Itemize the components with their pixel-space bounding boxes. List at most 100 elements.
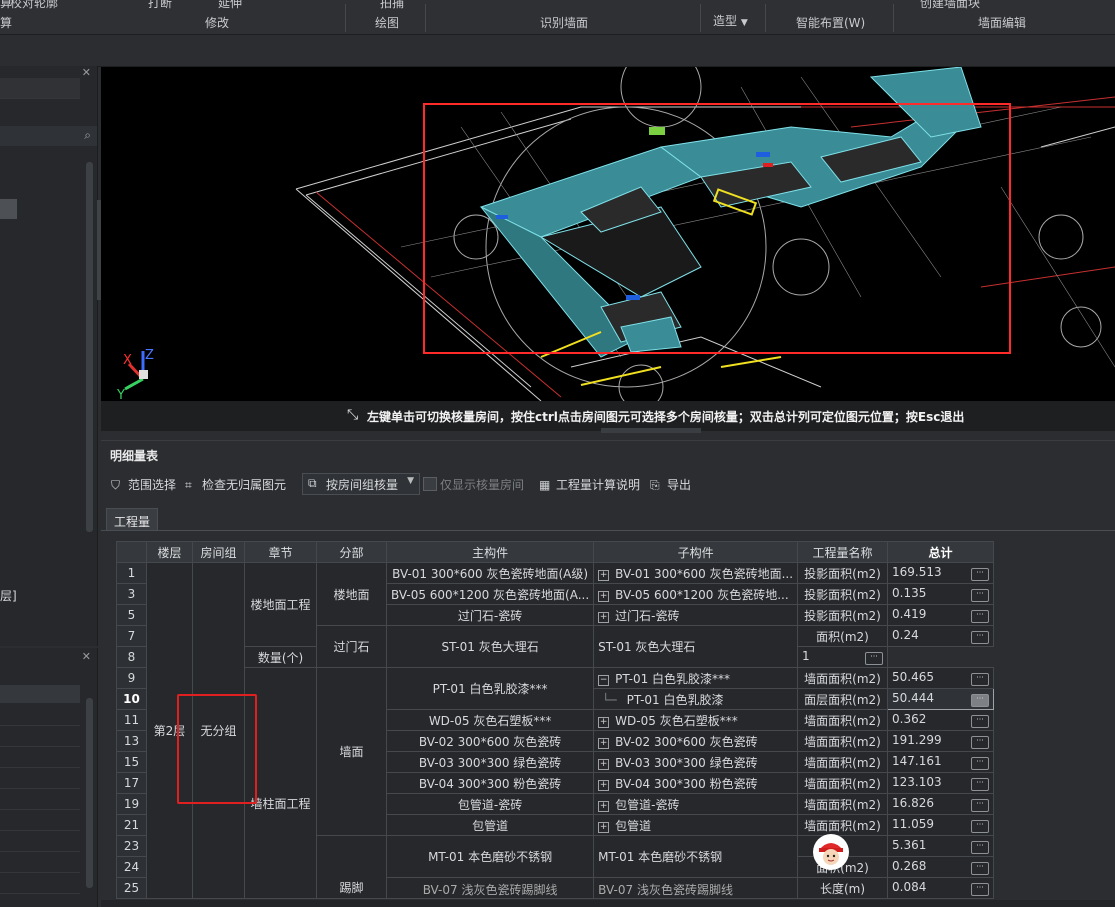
more-icon[interactable]: ··· bbox=[971, 631, 990, 644]
expand-icon[interactable]: + bbox=[598, 737, 610, 749]
expand-icon[interactable]: + bbox=[598, 590, 610, 602]
list-item-selected[interactable] bbox=[0, 199, 17, 219]
more-icon[interactable]: ··· bbox=[971, 841, 990, 854]
collapse-icon[interactable]: − bbox=[598, 674, 610, 686]
search-bar[interactable]: ⌕ bbox=[0, 126, 97, 146]
expand-icon[interactable]: + bbox=[598, 779, 610, 791]
tab-quantities[interactable]: 工程量 bbox=[106, 508, 158, 531]
sub-component-cell[interactable]: + BV-01 300*600 灰色瓷砖地面... bbox=[593, 562, 799, 584]
list-item[interactable] bbox=[0, 873, 80, 894]
more-icon[interactable]: ··· bbox=[865, 652, 884, 665]
col-header-main-component[interactable]: 主构件 bbox=[385, 541, 595, 563]
sub-component-cell[interactable]: + BV-04 300*300 粉色瓷砖 bbox=[593, 772, 799, 794]
sub-component-cell[interactable]: + 包管道 bbox=[593, 814, 799, 836]
export-button[interactable]: ⎘ 导出 bbox=[650, 476, 691, 493]
list-item[interactable] bbox=[0, 768, 80, 789]
more-icon[interactable]: ··· bbox=[971, 736, 990, 749]
table-row[interactable]: 9 墙柱面工程 墙面 PT-01 白色乳胶漆*** − PT-01 白色乳胶漆**… bbox=[116, 667, 995, 899]
ribbon-item-snap[interactable]: 拍捕 bbox=[380, 0, 404, 11]
total-cell[interactable]: 0.24 ··· bbox=[887, 625, 995, 647]
col-header-sub-component[interactable]: 子构件 bbox=[593, 541, 799, 563]
col-header-division[interactable]: 分部 bbox=[316, 541, 387, 563]
list-item[interactable] bbox=[0, 726, 80, 747]
only-show-checkbox[interactable] bbox=[423, 477, 437, 491]
expand-icon[interactable]: + bbox=[598, 716, 610, 728]
total-cell[interactable]: 5.361 ··· bbox=[887, 835, 995, 857]
more-icon[interactable]: ··· bbox=[971, 589, 990, 602]
search-icon[interactable]: ⌕ bbox=[84, 128, 91, 143]
more-icon[interactable]: ··· bbox=[971, 610, 990, 623]
more-icon[interactable]: ··· bbox=[971, 715, 990, 728]
more-icon[interactable]: ··· bbox=[971, 862, 990, 875]
expand-icon[interactable]: + bbox=[598, 611, 610, 623]
col-header-room-group[interactable]: 房间组 bbox=[192, 541, 245, 563]
sub-component-cell[interactable]: + WD-05 灰色石塑板*** bbox=[593, 709, 799, 731]
total-cell[interactable]: 0.084 ··· bbox=[887, 877, 995, 899]
total-cell[interactable]: 0.268 ··· bbox=[887, 856, 995, 878]
col-header-chapter[interactable]: 章节 bbox=[244, 541, 317, 563]
more-icon[interactable]: ··· bbox=[971, 820, 990, 833]
expand-icon[interactable]: + bbox=[598, 758, 610, 770]
total-cell[interactable]: 50.465 ··· bbox=[887, 667, 995, 689]
col-header-qty-name[interactable]: 工程量名称 bbox=[797, 541, 889, 563]
total-cell[interactable]: 123.103 ··· bbox=[887, 772, 995, 794]
ribbon-item-calibrate[interactable]: 校对轮廓 bbox=[10, 0, 58, 11]
sub-component-cell[interactable]: + 包管道-瓷砖 bbox=[593, 793, 799, 815]
total-cell[interactable]: 11.059 ··· bbox=[887, 814, 995, 836]
scrollbar[interactable] bbox=[86, 698, 93, 888]
more-icon[interactable]: ··· bbox=[971, 757, 990, 770]
list-item[interactable] bbox=[0, 789, 80, 810]
range-select-button[interactable]: ⛉ 范围选择 bbox=[111, 476, 176, 493]
sub-component-cell[interactable]: BV-07 浅灰色瓷砖踢脚线 bbox=[593, 877, 799, 899]
expand-icon[interactable]: + bbox=[598, 800, 610, 812]
list-item[interactable] bbox=[0, 705, 80, 726]
col-header-total[interactable]: 总计 bbox=[887, 541, 995, 563]
total-cell[interactable]: 0.362 ··· bbox=[887, 709, 995, 731]
expand-icon[interactable]: + bbox=[598, 569, 610, 581]
horizontal-scrollbar[interactable] bbox=[101, 900, 1115, 907]
more-icon[interactable]: ··· bbox=[971, 673, 990, 686]
list-item[interactable] bbox=[0, 810, 80, 831]
total-cell[interactable]: 169.513 ··· bbox=[887, 562, 995, 584]
total-cell[interactable]: 0.419 ··· bbox=[887, 604, 995, 626]
sub-component-cell[interactable]: + BV-03 300*300 绿色瓷砖 bbox=[593, 751, 799, 773]
list-item[interactable] bbox=[0, 831, 80, 852]
group-by-dropdown[interactable]: ⧉ 按房间组核量 ▼ bbox=[302, 473, 420, 495]
more-icon[interactable]: ··· bbox=[971, 694, 990, 707]
list-item[interactable] bbox=[0, 852, 80, 873]
more-icon[interactable]: ··· bbox=[971, 568, 990, 581]
3d-viewport[interactable]: X Z Y bbox=[101, 67, 1115, 401]
sub-component-cell[interactable]: + BV-05 600*1200 灰色瓷砖地... bbox=[593, 583, 799, 605]
check-orphan-button[interactable]: ⌗ 检查无归属图元 bbox=[185, 476, 286, 493]
ribbon-dropdown-shape[interactable]: 造型 ▼ bbox=[713, 12, 748, 29]
total-cell[interactable]: 0.135 ··· bbox=[887, 583, 995, 605]
sub-component-cell[interactable]: └─ PT-01 白色乳胶漆 bbox=[593, 688, 799, 710]
panel-resize-handle[interactable] bbox=[601, 428, 701, 433]
ribbon-item-break[interactable]: 打断 bbox=[148, 0, 172, 11]
total-cell[interactable]: 147.161 ··· bbox=[887, 751, 995, 773]
scrollbar[interactable] bbox=[86, 162, 93, 532]
more-icon[interactable]: ··· bbox=[971, 883, 990, 896]
assistant-avatar-icon[interactable] bbox=[813, 834, 849, 870]
more-icon[interactable]: ··· bbox=[971, 778, 990, 791]
sub-component-cell[interactable]: MT-01 本色磨砂不锈钢 bbox=[593, 835, 799, 878]
col-header-floor[interactable]: 楼层 bbox=[146, 541, 193, 563]
calc-description-button[interactable]: ▦ 工程量计算说明 bbox=[539, 476, 640, 493]
sub-component-cell[interactable]: − PT-01 白色乳胶漆*** bbox=[593, 667, 799, 689]
cad-model-drawing[interactable]: X Z Y bbox=[101, 67, 1115, 401]
sub-component-cell[interactable]: + 过门石-瓷砖 bbox=[593, 604, 799, 626]
more-icon[interactable]: ··· bbox=[971, 799, 990, 812]
close-icon[interactable]: ✕ bbox=[82, 650, 91, 663]
close-icon[interactable]: ✕ bbox=[82, 66, 91, 79]
total-cell[interactable]: 191.299 ··· bbox=[887, 730, 995, 752]
total-cell[interactable]: 50.444 ··· bbox=[887, 688, 995, 710]
list-item[interactable] bbox=[0, 78, 80, 99]
sub-component-cell[interactable]: + BV-02 300*600 灰色瓷砖 bbox=[593, 730, 799, 752]
list-item[interactable] bbox=[0, 106, 80, 127]
table-row[interactable]: 1 第2层 无分组 楼地面工程 楼地面 BV-01 300*600 灰色瓷砖地面… bbox=[116, 562, 995, 899]
list-item[interactable] bbox=[0, 747, 80, 768]
total-cell[interactable]: 16.826 ··· bbox=[887, 793, 995, 815]
sub-component-cell[interactable]: ST-01 灰色大理石 bbox=[593, 625, 799, 668]
total-cell[interactable]: 1 ··· bbox=[797, 646, 889, 668]
expand-icon[interactable]: + bbox=[598, 821, 610, 833]
